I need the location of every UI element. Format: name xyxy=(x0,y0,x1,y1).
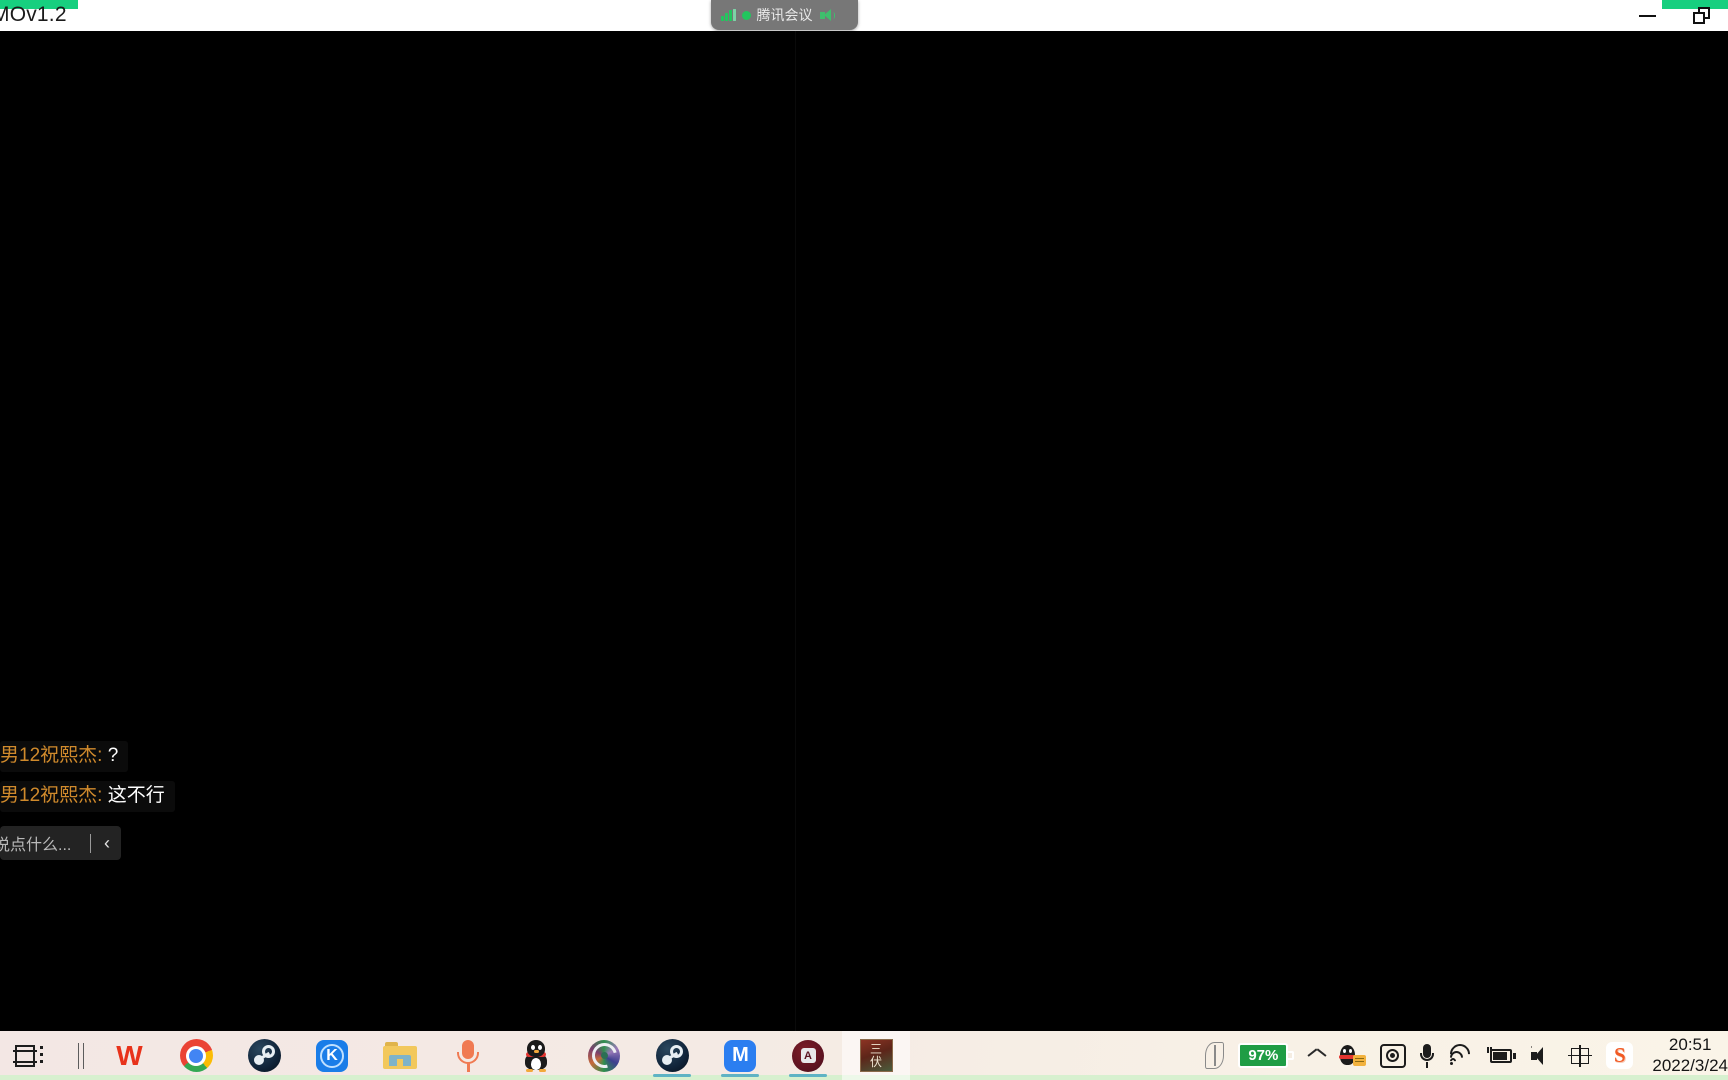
chat-input-box[interactable]: 说点什么... ‹ xyxy=(0,826,121,860)
taskbar-item-steam-running[interactable] xyxy=(638,1031,706,1080)
leaf-icon xyxy=(1205,1042,1225,1069)
battery-percent-label: 97% xyxy=(1248,1047,1279,1064)
system-tray: 97% S 20:51 2022/3/24 xyxy=(1198,1031,1728,1080)
taskbar: W K M A 三 伏 97% S 20:51 2022/3/24 xyxy=(0,1031,1728,1080)
clock-date: 2022/3/24 xyxy=(1652,1055,1728,1075)
qq-tray-icon xyxy=(1339,1044,1367,1068)
battery-icon xyxy=(1486,1046,1517,1065)
taskbar-apps: W K M A 三 伏 xyxy=(0,1031,910,1080)
steam-icon xyxy=(655,1039,689,1072)
taskbar-item-tencent-meeting[interactable]: M xyxy=(706,1031,774,1080)
taskbar-item-steam[interactable] xyxy=(230,1031,298,1080)
start-icon xyxy=(13,1042,43,1070)
chat-text: ? xyxy=(107,745,119,766)
tray-volume[interactable] xyxy=(1523,1031,1561,1080)
tray-screenshot-tool[interactable] xyxy=(1373,1031,1413,1080)
chevron-up-icon xyxy=(1308,1051,1326,1061)
microphone-tray-icon xyxy=(1420,1043,1435,1068)
microphone-icon xyxy=(455,1039,481,1072)
minimize-button[interactable] xyxy=(1620,0,1674,31)
chat-input-divider xyxy=(90,833,91,853)
game-canvas[interactable] xyxy=(0,31,1728,1031)
meeting-letter: M xyxy=(732,1044,749,1066)
window-controls xyxy=(1620,0,1728,31)
running-indicator xyxy=(789,1074,827,1077)
canvas-seam xyxy=(795,31,796,1031)
taskbar-item-microphone-app[interactable] xyxy=(434,1031,502,1080)
clock-time: 20:51 xyxy=(1668,1035,1712,1055)
qq-penguin-icon xyxy=(522,1039,550,1072)
taskbar-item-start[interactable] xyxy=(0,1031,68,1080)
restore-button[interactable] xyxy=(1674,0,1728,31)
chat-message: 男12祝熙杰: 这不行 xyxy=(0,780,175,812)
tray-ime[interactable] xyxy=(1561,1031,1599,1080)
ime-icon xyxy=(1568,1044,1593,1067)
signal-bars-icon xyxy=(721,9,736,21)
tray-leaf[interactable] xyxy=(1198,1031,1231,1080)
chrome-icon xyxy=(179,1039,213,1072)
speaker-icon[interactable] xyxy=(819,8,835,22)
tray-show-hidden-icons[interactable] xyxy=(1301,1031,1333,1080)
folder-icon xyxy=(383,1042,417,1069)
kugou-icon: K xyxy=(316,1039,348,1072)
wifi-icon xyxy=(1446,1039,1475,1068)
sogou-letter: S xyxy=(1614,1043,1626,1067)
chat-input-placeholder[interactable]: 说点什么... xyxy=(0,831,88,855)
sanfu-glyph-top: 三 xyxy=(869,1041,882,1056)
window-title: MOv1.2 xyxy=(0,3,67,26)
screen-root: MOv1.2 腾讯会议 男12祝熙杰: ? 男12祝熙杰: 这不行 说点什么..… xyxy=(0,0,1728,1080)
restore-icon xyxy=(1692,7,1710,24)
tray-battery[interactable] xyxy=(1479,1031,1523,1080)
taskbar-item-wps-office[interactable]: W xyxy=(94,1031,162,1080)
tray-microphone[interactable] xyxy=(1413,1031,1441,1080)
tencent-meeting-floating-bar[interactable]: 腾讯会议 xyxy=(711,0,858,30)
a-app-icon: A xyxy=(792,1039,824,1072)
running-indicator xyxy=(653,1074,691,1077)
taskbar-item-a-app[interactable]: A xyxy=(774,1031,842,1080)
taskbar-item-file-explorer[interactable] xyxy=(366,1031,434,1080)
tray-sogou-input[interactable]: S xyxy=(1599,1031,1640,1080)
screenshot-tool-icon xyxy=(1380,1043,1407,1068)
taskbar-item-google-chrome[interactable] xyxy=(162,1031,230,1080)
taskbar-item-qq[interactable] xyxy=(502,1031,570,1080)
a-app-letter: A xyxy=(800,1048,816,1063)
taskbar-item-kugou-music[interactable]: K xyxy=(298,1031,366,1080)
sogou-input-icon: S xyxy=(1606,1042,1634,1069)
ubisoft-icon xyxy=(588,1039,620,1072)
taskbar-item-sanfu-game[interactable]: 三 伏 xyxy=(842,1031,910,1080)
chat-message: 男12祝熙杰: ? xyxy=(0,741,129,772)
window-titlebar: MOv1.2 xyxy=(0,0,1728,31)
taskbar-separator xyxy=(68,1031,94,1080)
chat-sender: 男12祝熙杰: xyxy=(0,745,103,766)
steam-icon xyxy=(247,1039,281,1072)
chevron-left-icon[interactable]: ‹ xyxy=(93,833,121,854)
sanfu-glyph-bottom: 伏 xyxy=(869,1054,882,1069)
chat-overlay: 男12祝熙杰: ? 男12祝熙杰: 这不行 xyxy=(0,741,175,812)
volume-icon xyxy=(1530,1045,1554,1066)
tray-qq[interactable] xyxy=(1333,1031,1373,1080)
minimize-icon xyxy=(1638,14,1656,17)
taskbar-clock[interactable]: 20:51 2022/3/24 xyxy=(1640,1031,1728,1080)
battery-percent-icon: 97% xyxy=(1238,1043,1295,1068)
chat-text: 这不行 xyxy=(107,784,165,806)
sanfu-game-icon: 三 伏 xyxy=(859,1039,893,1072)
tray-battery-percent[interactable]: 97% xyxy=(1231,1031,1301,1080)
tray-network[interactable] xyxy=(1441,1031,1479,1080)
meeting-label: 腾讯会议 xyxy=(756,7,813,23)
tencent-meeting-icon: M xyxy=(724,1039,756,1072)
kugou-letter: K xyxy=(320,1043,344,1068)
chat-sender: 男12祝熙杰: xyxy=(0,784,103,806)
wps-office-icon: W xyxy=(116,1039,142,1071)
green-dot-icon xyxy=(741,10,751,20)
taskbar-item-ubisoft-connect[interactable] xyxy=(570,1031,638,1080)
running-indicator xyxy=(721,1074,759,1077)
